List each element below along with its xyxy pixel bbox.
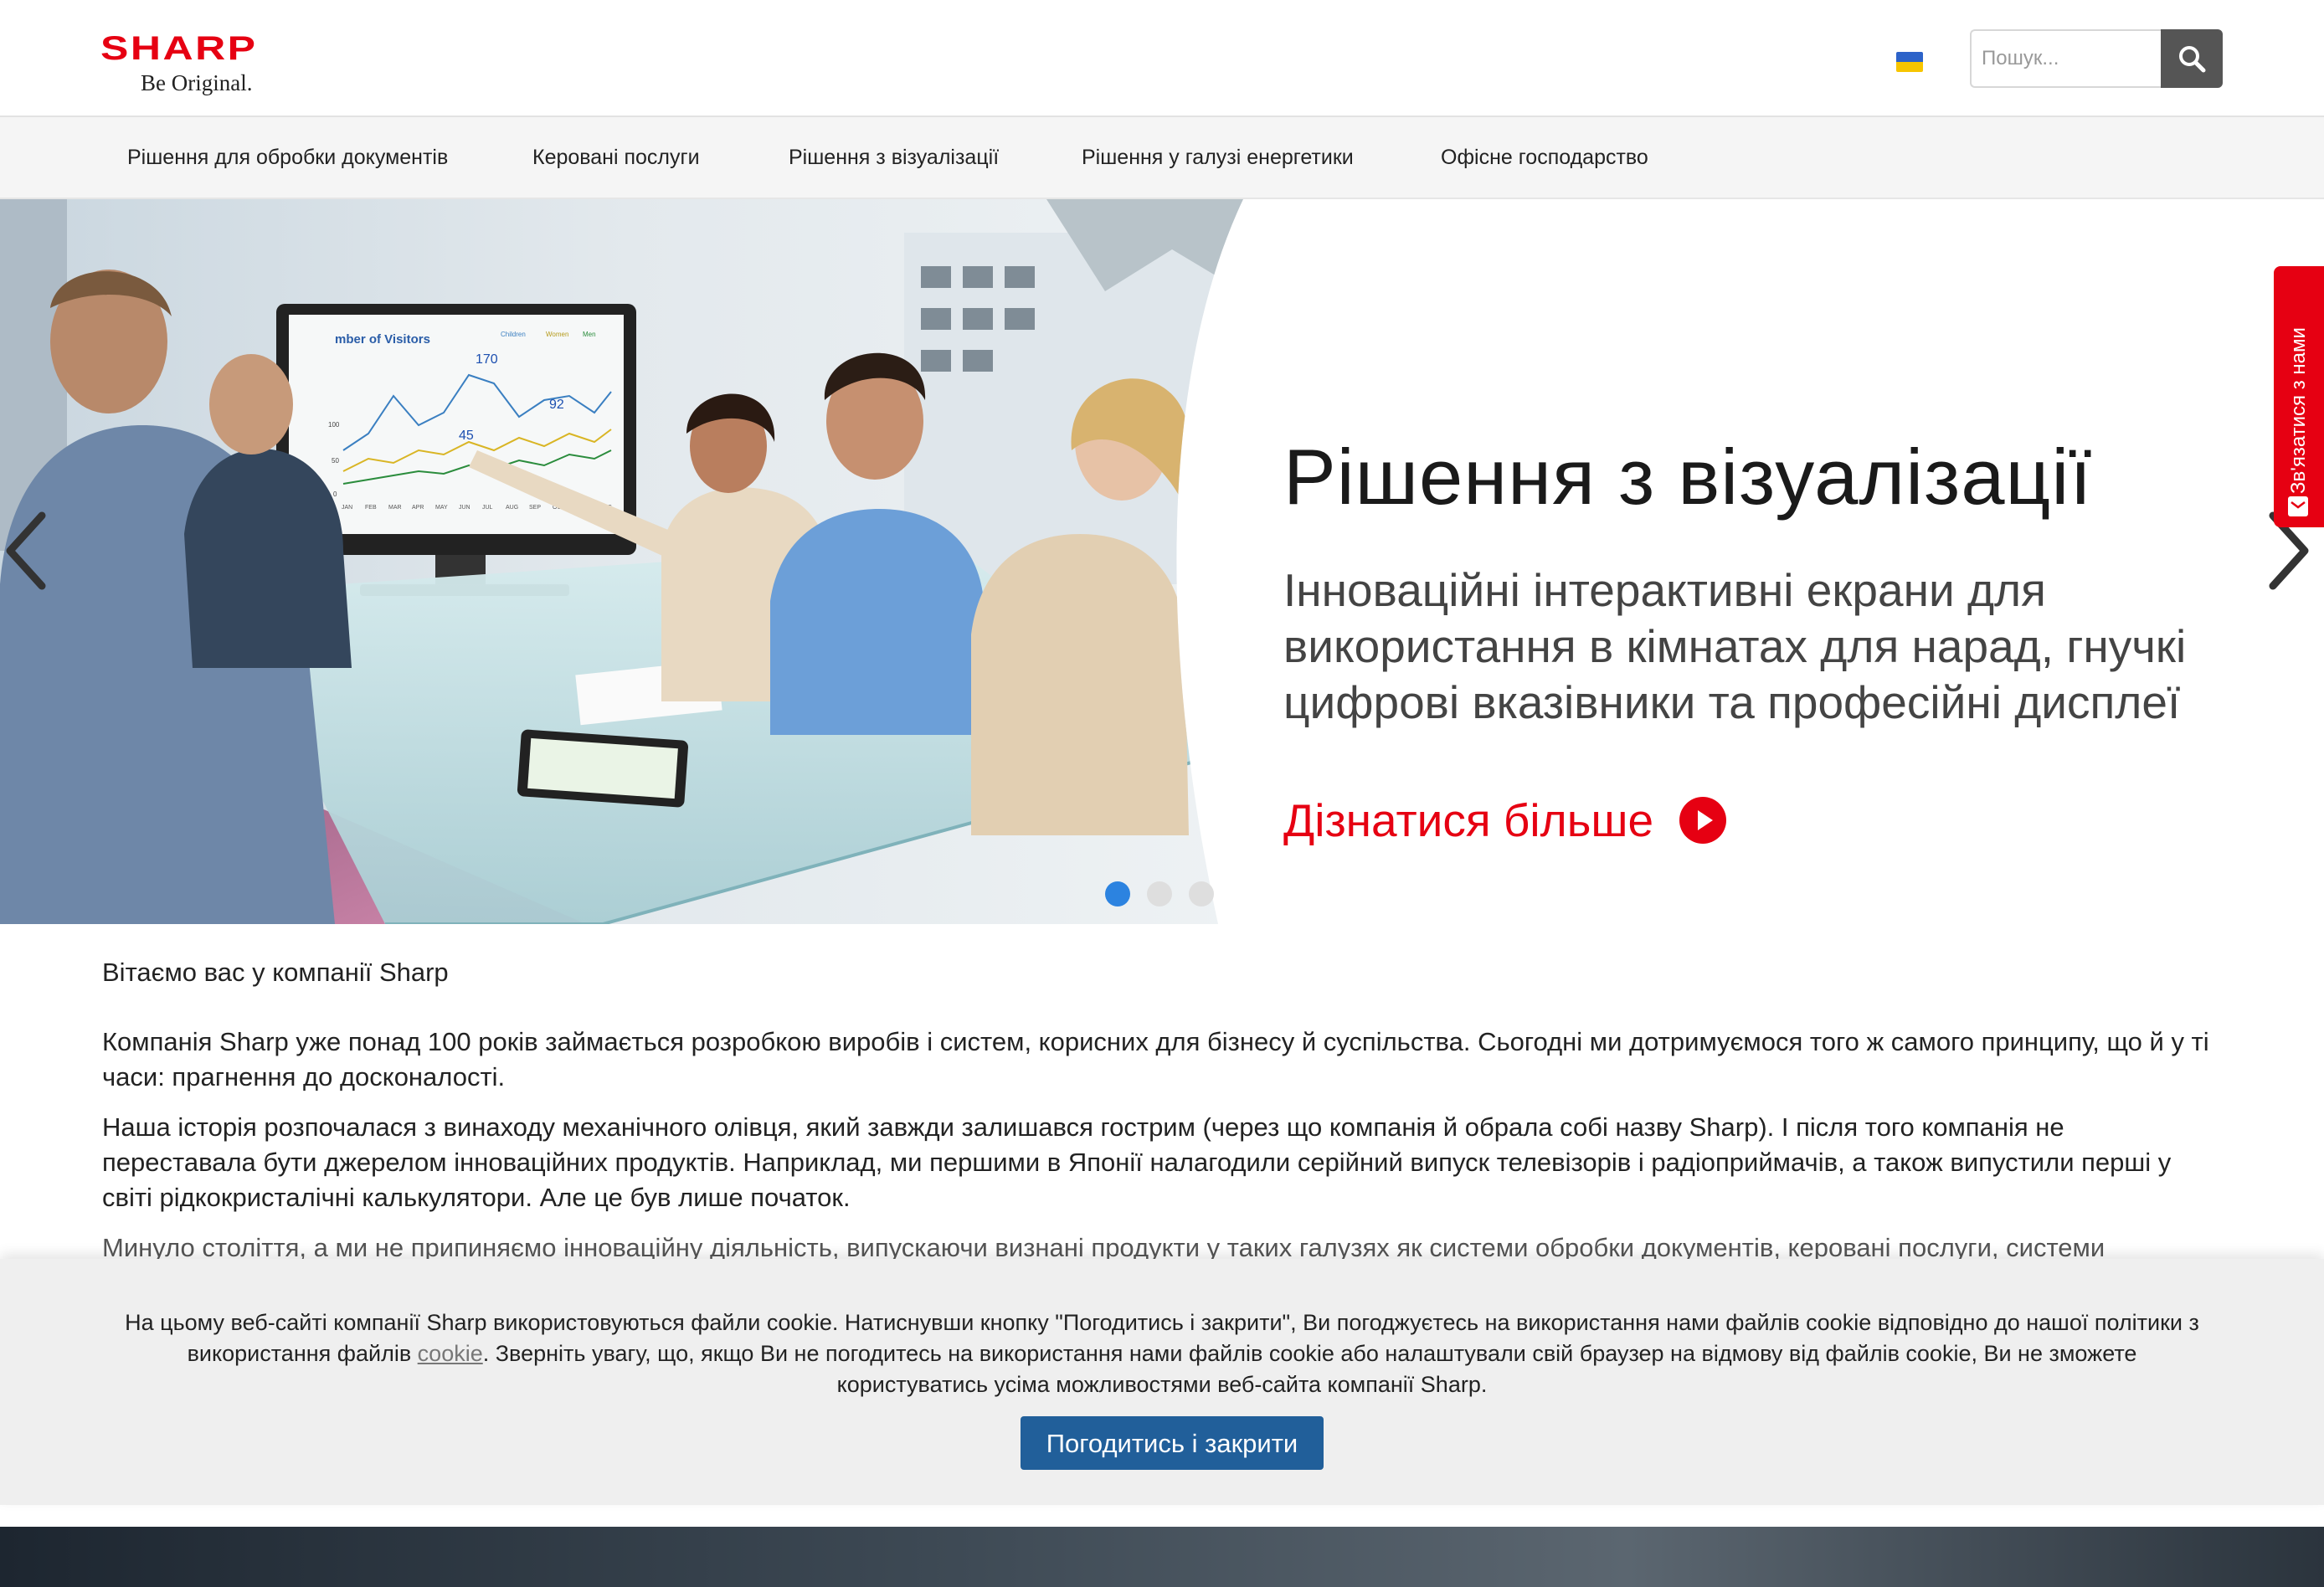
nav-item-office-supplies[interactable]: Офісне господарство: [1441, 117, 1648, 198]
hero-learn-more-link[interactable]: Дізнатися більше: [1283, 791, 1726, 850]
cookie-banner: На цьому веб-сайті компанії Sharp викори…: [0, 1259, 2324, 1505]
nav-item-managed-services[interactable]: Керовані послуги: [532, 117, 700, 198]
screen-annotation: 170: [476, 352, 498, 367]
search-input[interactable]: [1970, 29, 2161, 88]
search-form: [1970, 29, 2223, 88]
nav-item-document-solutions[interactable]: Рішення для обробки документів: [127, 117, 448, 198]
screen-legend-children: Children: [501, 331, 526, 338]
nav-item-energy-solutions[interactable]: Рішення у галузі енергетики: [1082, 117, 1354, 198]
main-nav: Рішення для обробки документів Керовані …: [0, 117, 2324, 199]
hero-subtitle: Інноваційні інтерактивні екрани для вико…: [1283, 564, 2187, 728]
sharp-logo[interactable]: SHARP Be Original.: [100, 30, 301, 96]
footer-image-strip: [0, 1527, 2324, 1587]
accept-cookies-button[interactable]: Погодитись і закрити: [1021, 1416, 1324, 1470]
screen-legend-women: Women: [546, 331, 568, 338]
intro-content: Вітаємо вас у компанії Sharp Компанія Sh…: [102, 954, 2220, 1281]
carousel-dot-2[interactable]: [1147, 881, 1172, 906]
search-icon: [2179, 46, 2206, 73]
cookie-text-part-2: . Зверніть увагу, що, якщо Ви не погодит…: [482, 1341, 2137, 1397]
logo-tagline: Be Original.: [141, 70, 253, 95]
screen-legend-men: Men: [583, 331, 596, 338]
carousel-prev-arrow-icon[interactable]: [2, 509, 52, 593]
intro-paragraph: Компанія Sharp уже понад 100 років займа…: [102, 1027, 2209, 1091]
screen-month-label: MAR: [388, 505, 402, 511]
screen-ytick: 100: [328, 421, 340, 429]
screen-annotation: 92: [549, 398, 564, 412]
screen-month-label: APR: [412, 505, 424, 511]
history-paragraph: Наша історія розпочалася з винаходу меха…: [102, 1112, 2172, 1212]
screen-month-label: JUN: [459, 505, 470, 511]
ukraine-flag-icon[interactable]: [1896, 52, 1923, 72]
hero-title: Рішення з візуалізації: [1283, 433, 2093, 521]
carousel-dot-3[interactable]: [1189, 881, 1214, 906]
screen-month-label: FEB: [365, 505, 377, 511]
screen-month-label: JAN: [342, 505, 352, 511]
play-circle-icon: [1679, 797, 1726, 844]
screen-ytick: 0: [333, 490, 337, 498]
hero-carousel: mber of Visitors Children Women Men 100 …: [0, 199, 2324, 924]
screen-month-label: SEP: [529, 505, 541, 511]
hero-cta-label: Дізнатися більше: [1283, 794, 1654, 846]
screen-annotation: 45: [459, 429, 474, 443]
screen-chart-title: mber of Visitors: [335, 332, 430, 347]
screen-ytick: 50: [332, 457, 339, 465]
nav-item-visual-solutions[interactable]: Рішення з візуалізації: [789, 117, 999, 198]
screen-month-label: JUL: [482, 505, 493, 511]
screen-month-label: AUG: [506, 505, 518, 511]
hero-meeting-photo: mber of Visitors Children Women Men 100 …: [0, 199, 1243, 924]
logo-wordmark: SHARP: [100, 30, 258, 67]
search-button[interactable]: [2161, 29, 2223, 88]
site-header: SHARP Be Original.: [0, 0, 2324, 117]
contact-us-label: Зв'язатися з нами: [2287, 327, 2310, 494]
welcome-heading: Вітаємо вас у компанії Sharp: [102, 958, 449, 987]
cookie-policy-link[interactable]: cookie: [418, 1341, 483, 1366]
carousel-dot-1[interactable]: [1105, 881, 1130, 906]
mail-icon: [2288, 496, 2308, 516]
cookie-notice-text: На цьому веб-сайті компанії Sharp викори…: [117, 1307, 2207, 1400]
screen-month-label: MAY: [435, 505, 448, 511]
contact-us-tab[interactable]: Зв'язатися з нами: [2274, 266, 2324, 527]
